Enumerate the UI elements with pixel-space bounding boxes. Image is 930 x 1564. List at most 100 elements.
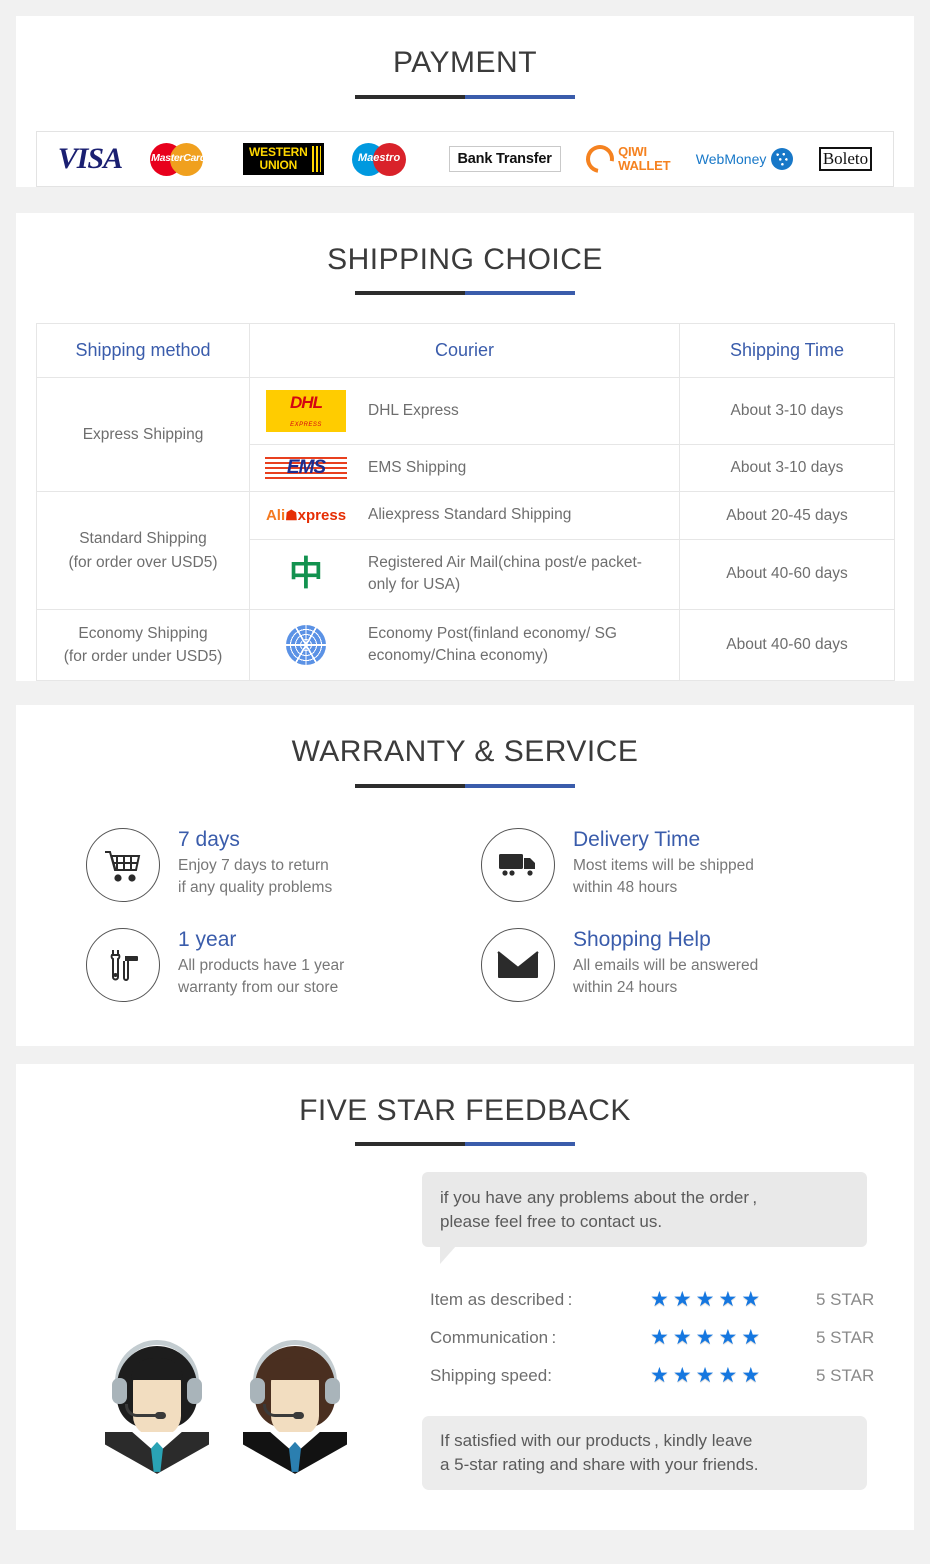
headset-mic-icon <box>263 1403 304 1419</box>
table-row: Express Shipping DHL EXPRESS DHL Express… <box>36 376 895 493</box>
warranty-panel: WARRANTY & SERVICE 7 days Enjoy 7 days t… <box>16 705 914 1046</box>
western-union-bars <box>311 145 321 172</box>
headset-mic-icon <box>125 1403 166 1419</box>
star-icon: ★ <box>650 1288 669 1312</box>
webmoney-logo: WebMoney <box>696 139 794 179</box>
section-title: SHIPPING CHOICE <box>327 242 603 276</box>
delivery-truck-icon <box>481 827 555 902</box>
cell-time-economy: About 40-60 days <box>679 608 895 682</box>
column-header-method: Shipping method <box>36 323 250 378</box>
bubble-top-line1: if you have any problems about the order… <box>440 1188 758 1208</box>
warranty-title: Shopping Help <box>573 927 711 951</box>
star-icon: ★ <box>650 1364 669 1388</box>
star-icon: ★ <box>672 1288 692 1312</box>
visa-logo: VISA <box>57 141 123 175</box>
shipping-header: SHIPPING CHOICE <box>16 213 914 295</box>
dhl-logo: DHL EXPRESS <box>260 390 352 432</box>
star-icon: ★ <box>695 1288 715 1312</box>
rule-blue-half <box>465 1142 575 1147</box>
cell-courier-aliexpress: Ali☗xpress Aliexpress Standard Shipping <box>249 491 680 540</box>
ratings-list: Item as described : ★ ★ ★ ★ ★ 5 STAR Com… <box>430 1289 894 1386</box>
headset-earcup-right <box>187 1377 202 1404</box>
warranty-header: WARRANTY & SERVICE <box>16 705 914 788</box>
star-icon: ★ <box>695 1364 715 1388</box>
warranty-item-delivery-time: Delivery Time Most items will be shipped… <box>481 827 854 902</box>
feedback-body: if you have any problems about the order… <box>16 1146 914 1530</box>
column-header-time: Shipping Time <box>679 323 895 378</box>
heading-rule <box>355 1142 575 1147</box>
column-header-courier: Courier <box>249 323 680 378</box>
star-rating: ★ ★ ★ ★ ★ <box>650 1289 790 1310</box>
star-rating: ★ ★ ★ ★ ★ <box>650 1365 790 1386</box>
shipping-table: Shipping method Courier Shipping Time Ex… <box>36 323 895 682</box>
rating-value: 5 STAR <box>816 1289 875 1309</box>
aliexpress-logo: Ali☗xpress <box>265 507 347 525</box>
warranty-title: Delivery Time <box>573 827 701 851</box>
cell-time-aliexpress: About 20-45 days <box>679 491 895 540</box>
cart-icon: ☗ <box>285 507 298 524</box>
rule-dark-half <box>355 1142 465 1147</box>
star-icon: ★ <box>718 1364 738 1388</box>
webmoney-globe-icon <box>771 147 794 170</box>
rule-dark-half <box>355 94 465 99</box>
headset-earcup-right <box>325 1377 340 1404</box>
section-title: WARRANTY & SERVICE <box>291 735 639 769</box>
page-title: PAYMENT <box>392 46 538 79</box>
headset-earcup-left <box>250 1377 265 1404</box>
payment-methods-strip: VISA MasterCard WESTERN UNION Maestro Ba… <box>36 130 894 187</box>
rating-label: Item as described : <box>430 1289 573 1309</box>
cell-method-standard: Standard Shipping (for order over USD5) <box>36 491 250 610</box>
warranty-title: 7 days <box>178 827 240 851</box>
agent-avatar-right <box>239 1330 351 1480</box>
united-nations-logo <box>260 625 352 666</box>
cell-courier-ems: EMS EMS Shipping <box>249 443 680 493</box>
warranty-item-7-days: 7 days Enjoy 7 days to return if any qua… <box>86 827 459 902</box>
star-icon: ★ <box>741 1326 761 1350</box>
warranty-item-shopping-help: Shopping Help All emails will be answere… <box>481 927 854 1002</box>
rating-row-communication: Communication : ★ ★ ★ ★ ★ 5 STAR <box>430 1327 894 1348</box>
warranty-desc-line1: All products have 1 year <box>178 956 345 974</box>
maestro-logo: Maestro <box>349 139 423 179</box>
star-icon: ★ <box>695 1326 715 1350</box>
western-union-logo: WESTERN UNION <box>243 139 324 179</box>
warranty-desc-line1: Most items will be shipped <box>573 856 754 874</box>
star-icon: ★ <box>718 1288 738 1312</box>
shipping-panel: SHIPPING CHOICE Shipping method Courier … <box>16 212 914 682</box>
feedback-header: FIVE STAR FEEDBACK <box>16 1064 914 1147</box>
warranty-desc-line1: Enjoy 7 days to return <box>178 856 329 874</box>
cell-courier-economy: Economy Post(finland economy/ SG economy… <box>249 608 680 682</box>
star-icon: ★ <box>650 1326 669 1350</box>
cell-time-ems: About 3-10 days <box>679 443 895 493</box>
star-icon: ★ <box>672 1326 692 1350</box>
star-icon: ★ <box>718 1326 738 1350</box>
ems-logo: EMS <box>260 457 352 480</box>
star-rating: ★ ★ ★ ★ ★ <box>650 1327 790 1348</box>
star-icon: ★ <box>741 1364 761 1388</box>
section-title: FIVE STAR FEEDBACK <box>299 1093 631 1127</box>
mastercard-logo: MasterCard <box>148 139 218 179</box>
warranty-grid: 7 days Enjoy 7 days to return if any qua… <box>16 788 914 1046</box>
table-header-row: Shipping method Courier Shipping Time <box>36 323 895 378</box>
heading-rule <box>355 783 575 788</box>
rule-blue-half <box>465 783 575 788</box>
cell-courier-dhl: DHL EXPRESS DHL Express <box>249 377 680 445</box>
feedback-panel: FIVE STAR FEEDBACK if you have any probl… <box>16 1063 914 1530</box>
rule-blue-half <box>465 94 575 99</box>
warranty-desc-line2: within 24 hours <box>573 979 678 997</box>
speech-bubble-top: if you have any problems about the order… <box>422 1172 867 1265</box>
rating-label: Communication : <box>430 1327 557 1347</box>
agent-avatar-left <box>101 1330 213 1480</box>
china-post-logo: 中 <box>289 554 323 595</box>
qiwi-wallet-logo: QIWI WALLET <box>580 139 671 179</box>
warranty-title: 1 year <box>178 927 237 951</box>
support-agents-illustration <box>36 1172 416 1490</box>
cell-time-chinapost: About 40-60 days <box>679 538 895 610</box>
rule-dark-half <box>355 783 465 788</box>
bubble-bottom-line1: If satisfied with our products , kindly … <box>440 1431 753 1451</box>
rule-dark-half <box>355 291 465 295</box>
rating-label: Shipping speed: <box>430 1365 552 1385</box>
table-row: Standard Shipping (for order over USD5) … <box>36 491 895 610</box>
payment-panel: PAYMENT VISA MasterCard WESTERN UNION Ma… <box>16 16 914 187</box>
warranty-desc-line2: within 48 hours <box>573 879 678 897</box>
warranty-desc-line1: All emails will be answered <box>573 956 759 974</box>
